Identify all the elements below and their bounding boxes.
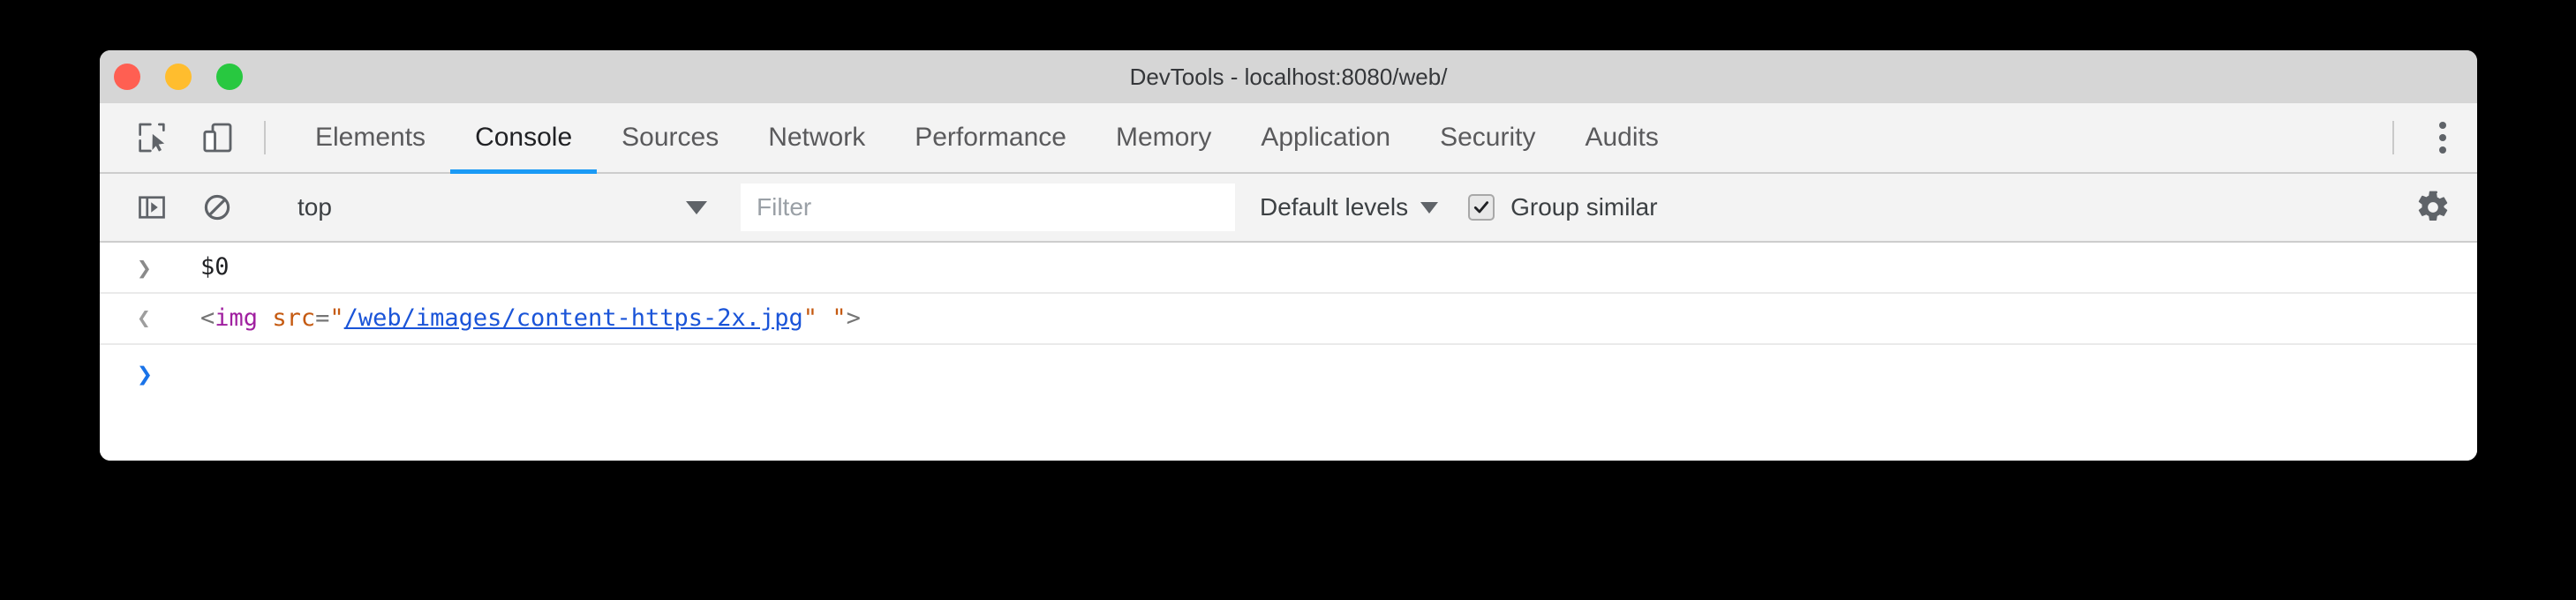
prompt-chevron-icon: ❯ [137, 358, 154, 390]
code-token: > [846, 304, 861, 332]
more-options-button[interactable] [2408, 103, 2477, 172]
console-row-gutter: ❯ [124, 359, 179, 390]
log-levels-label: Default levels [1260, 193, 1409, 221]
panel-tabs: Elements Console Sources Network Perform… [290, 103, 1683, 174]
tab-elements[interactable]: Elements [290, 103, 450, 172]
code-token: " [832, 304, 847, 332]
tab-performance[interactable]: Performance [890, 103, 1091, 172]
device-toolbar-icon [203, 123, 232, 153]
code-token: " [329, 304, 344, 332]
tab-application[interactable]: Application [1236, 103, 1415, 172]
code-token: src [272, 304, 316, 332]
group-similar-checkbox[interactable] [1468, 194, 1495, 221]
minimize-window-button[interactable] [165, 64, 192, 90]
group-similar-toggle[interactable]: Group similar [1468, 193, 1658, 221]
input-chevron-icon: ❯ [137, 252, 152, 282]
zoom-window-button[interactable] [216, 64, 243, 90]
window-title: DevTools - localhost:8080/web/ [1129, 63, 1448, 90]
chevron-down-icon [686, 200, 707, 214]
tabbar-right-group [2378, 103, 2477, 172]
tabbar-divider-left [264, 121, 266, 154]
code-token: = [315, 304, 330, 332]
tab-label: Audits [1585, 123, 1659, 152]
checkmark-icon [1474, 201, 1489, 214]
code-token: img [215, 304, 259, 332]
devtools-tabbar: Elements Console Sources Network Perform… [100, 103, 2477, 174]
console-prompt-row[interactable]: ❯ [100, 345, 2477, 403]
inspect-element-button[interactable] [119, 103, 185, 172]
tab-label: Application [1261, 123, 1391, 152]
tab-label: Network [768, 123, 866, 152]
execution-context-label: top [298, 193, 332, 221]
console-result-value[interactable]: <img src="/web/images/content-https-2x.j… [179, 304, 861, 333]
console-input-row[interactable]: ❯ $0 [100, 243, 2477, 294]
clear-console-icon [204, 194, 230, 221]
console-row-gutter: ❯ [124, 253, 179, 282]
chevron-down-icon [1420, 201, 1439, 214]
console-filter-input[interactable] [741, 184, 1235, 231]
console-row-gutter: ❮ [124, 305, 179, 332]
console-toolbar: top Default levels Group similar [100, 174, 2477, 243]
tab-sources[interactable]: Sources [597, 103, 743, 172]
tab-audits[interactable]: Audits [1560, 103, 1683, 172]
window-titlebar: DevTools - localhost:8080/web/ [100, 50, 2477, 103]
clear-console-button[interactable] [185, 191, 250, 223]
console-result-row[interactable]: ❮ <img src="/web/images/content-https-2x… [100, 294, 2477, 345]
tab-label: Performance [915, 123, 1066, 152]
tab-label: Console [475, 123, 573, 152]
tab-label: Memory [1115, 123, 1212, 152]
device-toolbar-button[interactable] [185, 103, 250, 172]
execution-context-selector[interactable]: top [280, 184, 721, 230]
console-message-list: ❯ $0 ❮ <img src="/web/images/content-htt… [100, 243, 2477, 461]
console-sidebar-icon [139, 196, 165, 219]
close-window-button[interactable] [114, 64, 140, 90]
code-token: " [802, 304, 818, 332]
inspect-element-icon [139, 123, 165, 153]
log-levels-selector[interactable]: Default levels [1260, 193, 1439, 221]
tab-label: Elements [315, 123, 426, 152]
tab-label: Security [1440, 123, 1536, 152]
more-options-icon [2439, 146, 2446, 154]
tab-console[interactable]: Console [450, 103, 598, 174]
more-options-icon [2439, 122, 2446, 129]
devtools-window: DevTools - localhost:8080/web/ Elements … [100, 50, 2477, 461]
console-settings-button[interactable] [2389, 190, 2477, 225]
console-sidebar-toggle-button[interactable] [119, 191, 185, 223]
tab-memory[interactable]: Memory [1091, 103, 1236, 172]
tabbar-divider-right [2392, 121, 2394, 154]
code-token: < [200, 304, 215, 332]
code-token[interactable]: /web/images/content-https-2x.jpg [344, 304, 803, 332]
gear-icon [2418, 191, 2448, 221]
tab-label: Sources [621, 123, 719, 152]
group-similar-label: Group similar [1510, 193, 1658, 221]
more-options-icon [2439, 134, 2446, 141]
traffic-lights [114, 64, 243, 90]
console-expression: $0 [200, 252, 230, 281]
tab-security[interactable]: Security [1415, 103, 1560, 172]
tab-network[interactable]: Network [743, 103, 890, 172]
result-chevron-icon: ❮ [137, 305, 151, 332]
